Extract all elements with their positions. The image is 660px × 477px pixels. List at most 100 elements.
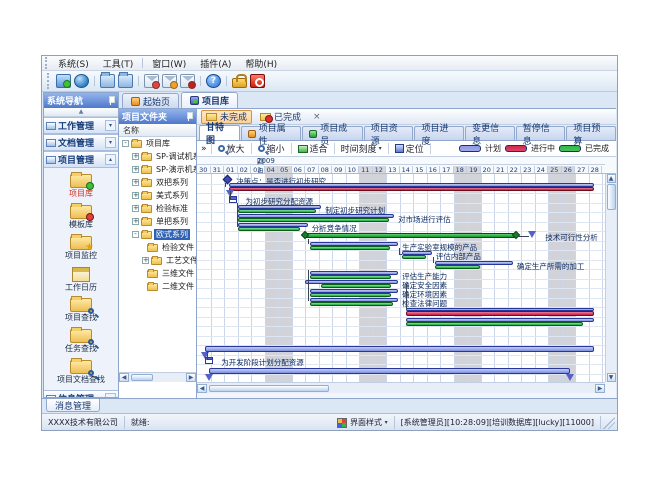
time-scale-dropdown[interactable]: 时间刻度▾ [339, 142, 384, 155]
group-work-management[interactable]: 工作管理▾ [44, 117, 118, 134]
expand-toggle[interactable]: + [132, 218, 139, 225]
gantt-bar-done[interactable] [310, 302, 392, 306]
tree-node[interactable]: +SP-调试机系 [119, 150, 196, 163]
tree-node[interactable]: +美式系列 [119, 189, 196, 202]
zoom-out-button[interactable]: 缩小 [256, 142, 287, 155]
tab-project-properties[interactable]: 项目属性 [241, 126, 302, 140]
gantt-bar-done[interactable] [238, 227, 300, 231]
expand-toggle[interactable]: + [132, 179, 139, 186]
gantt-bar-done[interactable] [402, 255, 426, 259]
gantt-bar-done[interactable] [310, 246, 390, 250]
group-document-management[interactable]: 文档管理▾ [44, 134, 118, 151]
tree-node[interactable]: +工艺文件 [119, 254, 196, 267]
resize-grip[interactable] [603, 417, 615, 429]
expand-toggle[interactable]: - [122, 140, 129, 147]
scroll-thumb[interactable] [607, 184, 616, 210]
folder-icon[interactable] [100, 74, 115, 88]
scroll-up-arrow[interactable]: ▲ [607, 174, 616, 183]
tree-node[interactable]: -项目库 [119, 137, 196, 150]
pin-icon[interactable] [106, 96, 115, 105]
gantt-bar-done[interactable] [238, 209, 316, 213]
gantt-bar-done[interactable] [238, 218, 389, 222]
tree-node[interactable]: +检验标准 [119, 202, 196, 215]
tab-start-page[interactable]: 起始页 [122, 93, 179, 108]
chevron-down-icon[interactable]: ▾ [105, 120, 116, 131]
gantt-bar-plan[interactable] [209, 368, 569, 374]
scroll-left-arrow[interactable]: ◀ [119, 373, 129, 382]
scroll-down-arrow[interactable]: ▼ [607, 373, 616, 382]
chevron-up-icon[interactable]: ▴ [105, 154, 116, 165]
tree-node[interactable]: +SP-演示机系 [119, 163, 196, 176]
gantt-bar-done[interactable] [435, 265, 481, 269]
tab-pause-info[interactable]: 暂停信息 [516, 126, 566, 140]
expand-toggle[interactable]: + [142, 257, 149, 264]
locate-button[interactable]: 定位 [393, 142, 426, 155]
monitor-icon[interactable] [56, 74, 71, 88]
tree-node[interactable]: 二维文件 [119, 280, 196, 293]
scroll-thumb[interactable] [131, 374, 153, 381]
lock-icon[interactable] [232, 78, 247, 88]
tab-project-library[interactable]: 项目库 [181, 92, 238, 108]
expand-toggle[interactable]: - [132, 231, 139, 238]
sidebar-item-template-library[interactable]: 模板库 [44, 202, 118, 233]
menu-window[interactable]: 窗口(W) [145, 56, 193, 71]
gantt-bar-plan[interactable] [205, 346, 594, 352]
drag-grip[interactable] [47, 73, 50, 89]
expand-toggle[interactable]: + [132, 192, 139, 199]
tree-node[interactable]: +双把系列 [119, 176, 196, 189]
gantt-bar-done[interactable] [321, 284, 391, 288]
sidebar-item-project-search[interactable]: 项目查找 [44, 295, 118, 326]
tab-project-progress[interactable]: 项目进度 [414, 126, 464, 140]
zoom-in-button[interactable]: 放大 [216, 142, 247, 155]
tab-project-budget[interactable]: 项目预算 [566, 126, 616, 140]
scroll-left-arrow[interactable]: ◀ [197, 384, 207, 393]
tab-change-info[interactable]: 变更信息 [465, 126, 515, 140]
scroll-thumb[interactable] [209, 385, 329, 392]
gantt-vertical-scrollbar[interactable]: ▲ ▼ [605, 174, 616, 382]
menu-tools[interactable]: 工具(T) [96, 56, 141, 71]
tab-gantt-chart[interactable]: 甘特图 [199, 125, 240, 140]
expand-toggle[interactable]: + [132, 205, 139, 212]
menu-plugins[interactable]: 插件(A) [193, 56, 238, 71]
tree-node[interactable]: 检验文件 [119, 241, 196, 254]
sidebar-item-work-calendar[interactable]: 工作日历 [44, 264, 118, 295]
group-info-management[interactable]: 信息管理▾ [44, 390, 118, 398]
expand-toggle[interactable]: + [132, 153, 139, 160]
gantt-bar-inprogress[interactable] [229, 187, 594, 191]
gantt-bar-done[interactable] [310, 293, 391, 297]
chevron-down-icon[interactable]: ▾ [105, 137, 116, 148]
tree-column-header[interactable]: 名称 [119, 124, 196, 137]
fit-button[interactable]: 适合 [296, 142, 330, 155]
sidebar-item-project-monitor[interactable]: ★项目监控 [44, 233, 118, 264]
gantt-bar-done[interactable] [310, 275, 391, 279]
menu-help[interactable]: 帮助(H) [238, 56, 284, 71]
gantt-summary-bar[interactable] [305, 233, 516, 238]
tree-horizontal-scrollbar[interactable]: ◀ ▶ [119, 372, 196, 382]
gantt-bar-done[interactable] [406, 322, 583, 326]
tab-project-members[interactable]: 项目成员 [302, 126, 363, 140]
globe-icon[interactable] [74, 74, 89, 88]
gantt-horizontal-scrollbar[interactable]: ◀ ▶ [197, 382, 605, 393]
mail-icon[interactable] [144, 74, 159, 88]
gantt-bar-inprogress[interactable] [406, 311, 594, 316]
scroll-right-arrow[interactable]: ▶ [186, 373, 196, 382]
pin-icon[interactable] [184, 112, 193, 121]
folders-icon[interactable] [118, 74, 133, 88]
tab-project-resources[interactable]: 项目资源 [364, 126, 414, 140]
tab-message-management[interactable]: 消息管理 [46, 399, 100, 412]
scroll-up-button[interactable]: ▲ [44, 108, 118, 117]
help-icon[interactable]: ? [206, 74, 221, 88]
tree-node[interactable]: -欧式系列 [119, 228, 196, 241]
power-icon[interactable] [250, 74, 265, 88]
menu-system[interactable]: 系统(S) [51, 56, 96, 71]
group-project-management[interactable]: 项目管理▴ [44, 151, 118, 168]
drag-grip[interactable] [45, 57, 48, 68]
sidebar-item-project-doc-search[interactable]: 项目文档查找 [44, 357, 118, 388]
mail-delete-icon[interactable] [180, 74, 195, 88]
mail-edit-icon[interactable] [162, 74, 177, 88]
scroll-right-arrow[interactable]: ▶ [595, 384, 605, 393]
tree-node[interactable]: 三维文件 [119, 267, 196, 280]
tree-node[interactable]: +单把系列 [119, 215, 196, 228]
sidebar-item-project-library[interactable]: 项目库 [44, 171, 118, 202]
interface-style-button[interactable]: 界面样式 ▾ [331, 416, 395, 429]
